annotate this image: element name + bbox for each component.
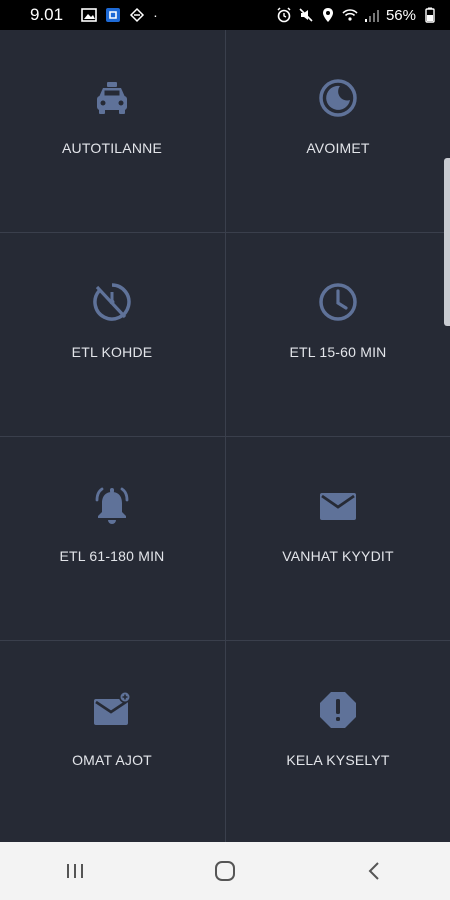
tile-label: AUTOTILANNE bbox=[62, 140, 162, 156]
status-time: 9.01 bbox=[30, 5, 64, 24]
tile-autotilanne[interactable]: AUTOTILANNE bbox=[0, 30, 224, 232]
tile-label: ETL 15-60 MIN bbox=[289, 344, 387, 360]
tile-etl-61-180[interactable]: ETL 61-180 MIN bbox=[0, 438, 224, 640]
tile-vanhat-kyydit[interactable]: VANHAT KYYDIT bbox=[226, 438, 450, 640]
back-icon bbox=[365, 861, 385, 881]
battery-percent: 56% bbox=[385, 6, 416, 24]
taxi-icon bbox=[92, 78, 132, 118]
grid-divider bbox=[0, 640, 450, 641]
home-icon bbox=[214, 860, 236, 882]
tile-label: AVOIMET bbox=[306, 140, 370, 156]
grid-divider bbox=[0, 436, 450, 437]
alert-octagon-icon bbox=[318, 690, 358, 730]
mail-icon bbox=[318, 486, 358, 526]
tile-label: ETL 61-180 MIN bbox=[59, 548, 165, 564]
location-icon bbox=[320, 7, 336, 23]
battery-icon bbox=[422, 7, 438, 23]
mute-icon bbox=[298, 7, 314, 23]
tile-omat-ajot[interactable]: OMAT AJOT bbox=[0, 642, 224, 844]
signal-icon bbox=[364, 7, 380, 23]
back-button[interactable] bbox=[345, 851, 405, 891]
tile-label: ETL KOHDE bbox=[71, 344, 153, 360]
tile-etl-15-60[interactable]: ETL 15-60 MIN bbox=[226, 234, 450, 436]
moon-icon bbox=[318, 78, 358, 118]
tile-label: OMAT AJOT bbox=[72, 752, 152, 768]
image-icon bbox=[81, 7, 97, 23]
grid-divider bbox=[0, 232, 450, 233]
tile-kela-kyselyt[interactable]: KELA KYSELYT bbox=[226, 642, 450, 844]
recent-apps-icon bbox=[65, 861, 85, 881]
tile-label: VANHAT KYYDIT bbox=[282, 548, 394, 564]
app-icon bbox=[105, 7, 121, 23]
wifi-icon bbox=[342, 7, 358, 23]
alarm-icon bbox=[276, 7, 292, 23]
status-bar: 9.01 · 56% bbox=[0, 0, 450, 30]
scrollbar[interactable] bbox=[444, 158, 450, 326]
dot-icon: · bbox=[153, 7, 158, 23]
recent-apps-button[interactable] bbox=[45, 851, 105, 891]
tile-avoimet[interactable]: AVOIMET bbox=[226, 30, 450, 232]
navigation-bar bbox=[0, 842, 450, 900]
bell-icon bbox=[92, 486, 132, 526]
home-button[interactable] bbox=[195, 851, 255, 891]
tile-etl-kohde[interactable]: ETL KOHDE bbox=[0, 234, 224, 436]
vpn-icon bbox=[129, 7, 145, 23]
clock-icon bbox=[318, 282, 358, 322]
tile-label: KELA KYSELYT bbox=[286, 752, 390, 768]
mail-add-icon bbox=[92, 690, 132, 730]
timer-off-icon bbox=[92, 282, 132, 322]
